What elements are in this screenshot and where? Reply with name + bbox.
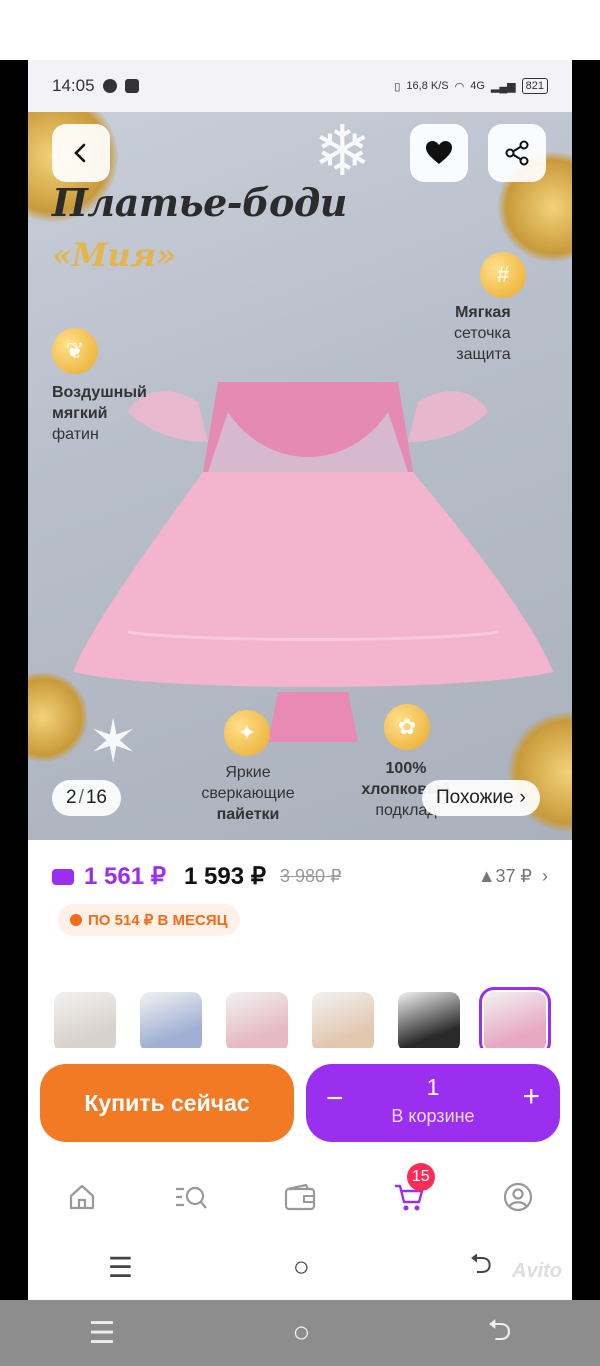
outer-system-nav-bar: ☰ ○ ⮌ [0,1300,600,1366]
buy-now-button[interactable]: Купить сейчас [40,1064,294,1142]
wallet-price: 1 561 ₽ [84,863,166,890]
chevron-right-icon: › [519,787,526,808]
tab-wallet[interactable] [280,1177,320,1217]
tab-profile[interactable] [498,1177,538,1217]
catalog-search-icon [176,1186,208,1209]
share-button[interactable] [488,124,546,182]
home-circle-icon[interactable]: ○ [292,1316,310,1350]
chevron-right-icon: › [542,866,548,886]
net-speed: 16,8 K/S [406,80,449,92]
cart-count-badge: 15 [406,1163,435,1191]
system-nav-bar: ☰ ○ ⮌ [28,1234,572,1300]
product-price: 1 593 ₽ [184,863,266,890]
increase-quantity-button[interactable]: + [522,1080,540,1114]
favorite-button[interactable] [410,124,468,182]
old-price: 3 980 ₽ [280,866,342,886]
cart-quantity-control: − 1 В корзине + [306,1064,560,1142]
product-image-gallery[interactable]: ❄ ✶ Платье-боди «Мия» # Мягкая сеточка защ… [28,112,572,840]
variant-thumbnail[interactable] [54,992,116,1052]
notification-icon [102,79,117,93]
thumbnail-image [226,992,288,1052]
snowflake-icon: ❄ [313,112,372,190]
variant-thumbnail[interactable] [312,992,374,1052]
feature-sequins: Яркие сверкающие пайетки [201,764,295,823]
tab-home[interactable] [62,1177,102,1217]
status-bar: 14:05 ▯ 16,8 K/S ◠ 4G ▂▄▆ 821 [28,60,572,112]
thumbnail-image [484,992,546,1052]
device-frame-right [572,60,600,1300]
thumbnail-image [54,992,116,1052]
recent-apps-icon[interactable]: ☰ [88,1316,115,1351]
installment-badge[interactable]: ПО 514 ₽ В МЕСЯЦ [58,904,240,936]
recent-apps-icon[interactable]: ☰ [108,1251,133,1284]
purchase-bar: Купить сейчас − 1 В корзине + [28,1048,572,1160]
device-frame-left [0,60,28,1300]
variant-thumbnail[interactable] [398,992,460,1052]
thumbnail-image [312,992,374,1052]
tab-cart[interactable]: 15 [389,1163,435,1217]
profile-icon [503,1182,532,1212]
wallet-icon [284,1183,316,1211]
feature-tulle: Воздушный мягкий фатин [52,384,147,443]
variant-thumbnail[interactable] [140,992,202,1052]
chevron-left-icon [74,143,86,163]
cotton-icon: ✿ [384,704,430,750]
back-arrow-icon[interactable]: ⮌ [470,1243,492,1291]
battery-indicator: 821 [521,78,548,94]
bottom-tab-bar: 15 [28,1160,572,1234]
feature-mesh: Мягкая сеточка защита [454,304,511,363]
phone-screen: 14:05 ▯ 16,8 K/S ◠ 4G ▂▄▆ 821 ❄ ✶ Платье… [28,60,572,1300]
wifi-icon: ◠ [454,80,465,93]
avito-watermark: Avito [512,1260,562,1282]
product-image-subtitle: «Мия» [52,236,177,274]
home-circle-icon[interactable]: ○ [293,1251,310,1283]
vibrate-icon: ▯ [394,80,401,93]
mesh-icon: # [480,252,526,298]
app-notification-icon [124,79,139,93]
sparkle-icon: ✦ [224,710,270,756]
clock: 14:05 [52,76,95,95]
installment-icon [70,914,82,926]
share-icon [505,140,529,166]
product-image-title: Платье-боди [52,180,347,225]
thumbnail-image [398,992,460,1052]
thumbnail-image [140,992,202,1052]
variant-thumbnail-selected[interactable] [479,987,551,1057]
similar-items-button[interactable]: Похожие › [422,780,540,816]
back-arrow-icon[interactable]: ⮌ [487,1308,511,1359]
tab-catalog[interactable] [171,1177,211,1217]
price-history-link[interactable]: ▲37 ₽ › [478,866,548,887]
feather-icon: ❦ [52,328,98,374]
home-icon [70,1184,95,1210]
signal-type: 4G [470,80,485,92]
variant-thumbnail[interactable] [226,992,288,1052]
heart-icon [426,141,452,164]
back-button[interactable] [52,124,110,182]
gallery-counter: 2/16 [52,780,121,816]
signal-icon: ▂▄▆ [490,80,516,93]
wallet-icon [52,868,74,885]
